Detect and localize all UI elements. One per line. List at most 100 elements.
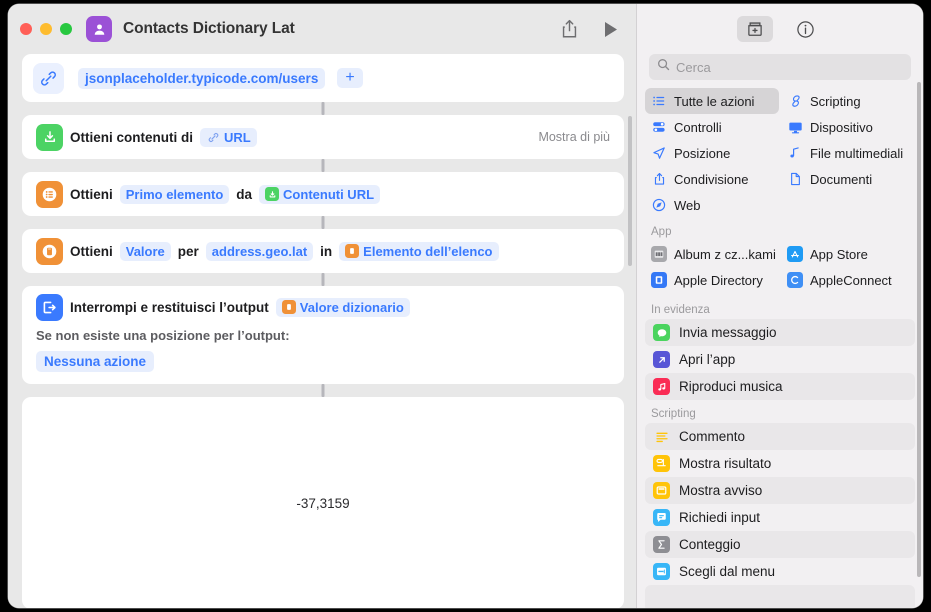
- list-item-send-message[interactable]: Invia messaggio: [645, 319, 915, 346]
- workflow-canvas: jsonplaceholder.typicode.com/users + Ott…: [8, 54, 636, 608]
- media-note-icon: [787, 146, 803, 160]
- list-item-label: Invia messaggio: [679, 325, 777, 340]
- open-app-icon: [653, 351, 670, 368]
- url-value[interactable]: jsonplaceholder.typicode.com/users: [78, 67, 326, 89]
- action-card-stop-and-output[interactable]: Interrompi e restituisci l’output Valore…: [22, 286, 624, 397]
- stop-action-sub-label: Se non esiste una posizione per l’output…: [36, 328, 290, 343]
- action-param-first-item[interactable]: Primo elemento: [119, 184, 230, 204]
- apple-directory-icon: [651, 272, 667, 288]
- scripting-list: Commento Mostra risultato Mostra avviso …: [637, 423, 923, 608]
- sidebar-category-location[interactable]: Posizione: [645, 140, 779, 166]
- scripting-icon: [787, 94, 803, 108]
- add-url-button[interactable]: +: [337, 68, 363, 88]
- appleconnect-icon: [787, 272, 803, 288]
- list-item-play-music[interactable]: Riproduci musica: [645, 373, 915, 400]
- sidebar-category-media[interactable]: File multimediali: [781, 140, 915, 166]
- share-icon[interactable]: [561, 19, 578, 39]
- get-contents-of-url-icon: [36, 123, 63, 151]
- get-item-from-list-icon: [36, 180, 63, 208]
- app-item-label: Album z cz...kami: [674, 246, 776, 262]
- connector-line: [321, 102, 325, 115]
- search-input[interactable]: Cerca: [649, 54, 911, 80]
- action-param-value[interactable]: Valore: [119, 241, 171, 261]
- show-result-icon: [653, 455, 670, 472]
- connector-line: [321, 216, 325, 229]
- controls-icon: [651, 120, 667, 134]
- sidebar-category-documents[interactable]: Documenti: [781, 166, 915, 192]
- titlebar-actions: [561, 19, 618, 39]
- url-source-card[interactable]: jsonplaceholder.typicode.com/users +: [22, 54, 624, 115]
- action-card-get-item-from-list[interactable]: Ottieni Primo elemento da Contenuti URL: [22, 172, 624, 229]
- sidebar-category-all-actions[interactable]: Tutte le azioni: [645, 88, 779, 114]
- action-param-url-contents[interactable]: Contenuti URL: [259, 184, 381, 204]
- list-item-label: Riproduci musica: [679, 379, 783, 394]
- sidebar-scrollbar[interactable]: [916, 82, 921, 577]
- sidebar-toolbar: [637, 4, 923, 54]
- action-param-url[interactable]: URL: [200, 127, 257, 147]
- compass-icon: [651, 198, 667, 212]
- list-item-label: Mostra risultato: [679, 456, 772, 471]
- list-item-show-alert[interactable]: Mostra avviso: [645, 477, 915, 504]
- share-icon: [651, 172, 667, 186]
- app-item-label: Apple Directory: [674, 272, 763, 288]
- close-button[interactable]: [20, 23, 32, 35]
- zoom-button[interactable]: [60, 23, 72, 35]
- list-item-show-result[interactable]: Mostra risultato: [645, 450, 915, 477]
- action-text-1a: Ottieni contenuti di: [70, 129, 193, 145]
- page-title: Contacts Dictionary Lat: [123, 20, 295, 37]
- sidebar-category-label: Documenti: [810, 171, 873, 187]
- minimize-button[interactable]: [40, 23, 52, 35]
- dictionary-chip-icon: [281, 300, 296, 314]
- sidebar-category-scripting[interactable]: Scripting: [781, 88, 915, 114]
- show-more-button[interactable]: Mostra di più: [538, 130, 610, 144]
- stop-action-fallback-select[interactable]: Nessuna azione: [36, 351, 155, 372]
- document-icon: [787, 172, 803, 186]
- list-item-partial[interactable]: [645, 585, 915, 608]
- sidebar-category-label: Controlli: [674, 119, 722, 135]
- library-add-icon[interactable]: [737, 16, 773, 42]
- app-grid: Album z cz...kami App Store Apple Direct…: [637, 241, 923, 293]
- connector-line: [321, 159, 325, 172]
- category-grid: Tutte le azioni Scripting Controlli Disp…: [637, 88, 923, 218]
- stop-and-output-icon: [36, 293, 63, 321]
- play-icon[interactable]: [604, 21, 618, 38]
- list-item-open-app[interactable]: Apri l’app: [645, 346, 915, 373]
- sidebar-category-label: Dispositivo: [810, 119, 873, 135]
- messages-icon: [653, 324, 670, 341]
- sidebar-category-device[interactable]: Dispositivo: [781, 114, 915, 140]
- action-param-list-item[interactable]: Elemento dell’elenco: [339, 241, 499, 261]
- stop-action-value-pill[interactable]: Valore dizionario: [275, 297, 410, 317]
- comment-lines-icon: [653, 428, 670, 445]
- sidebar-category-sharing[interactable]: Condivisione: [645, 166, 779, 192]
- editor-scrollbar[interactable]: [628, 116, 632, 266]
- list-item-label: Richiedi input: [679, 510, 761, 525]
- action-param-key-path[interactable]: address.geo.lat: [205, 241, 314, 261]
- list-item-choose-from-menu[interactable]: Scegli dal menu: [645, 558, 915, 585]
- list-item-count[interactable]: Conteggio: [645, 531, 915, 558]
- action-card-get-dictionary-value[interactable]: Ottieni Valore per address.geo.lat in El…: [22, 229, 624, 286]
- info-circle-icon[interactable]: [787, 16, 823, 42]
- sidebar-category-web[interactable]: Web: [645, 192, 779, 218]
- traffic-lights: [20, 23, 72, 35]
- list-item-label: Apri l’app: [679, 352, 736, 367]
- app-item-app-store[interactable]: App Store: [781, 241, 915, 267]
- link-chip-icon: [206, 130, 220, 144]
- sidebar-category-controls[interactable]: Controlli: [645, 114, 779, 140]
- sidebar-category-label: Scripting: [810, 93, 861, 109]
- featured-list: Invia messaggio Apri l’app Riproduci mus…: [637, 319, 923, 400]
- list-item-ask-for-input[interactable]: Richiedi input: [645, 504, 915, 531]
- sidebar-category-label: Condivisione: [674, 171, 749, 187]
- output-value: -37,3159: [296, 495, 350, 511]
- action-card-get-contents-of-url[interactable]: Ottieni contenuti di URL Mostra di più: [22, 115, 624, 172]
- app-item-appleconnect[interactable]: AppleConnect: [781, 267, 915, 293]
- sidebar-category-label: File multimediali: [810, 145, 904, 161]
- list-item-label: Conteggio: [679, 537, 741, 552]
- search-placeholder: Cerca: [676, 59, 711, 75]
- partial-row-icon: [653, 590, 670, 607]
- list-bullet-icon: [651, 94, 667, 108]
- list-item-comment[interactable]: Commento: [645, 423, 915, 450]
- app-item-album[interactable]: Album z cz...kami: [645, 241, 779, 267]
- app-item-apple-directory[interactable]: Apple Directory: [645, 267, 779, 293]
- get-dictionary-value-icon: [36, 237, 63, 265]
- count-sigma-icon: [653, 536, 670, 553]
